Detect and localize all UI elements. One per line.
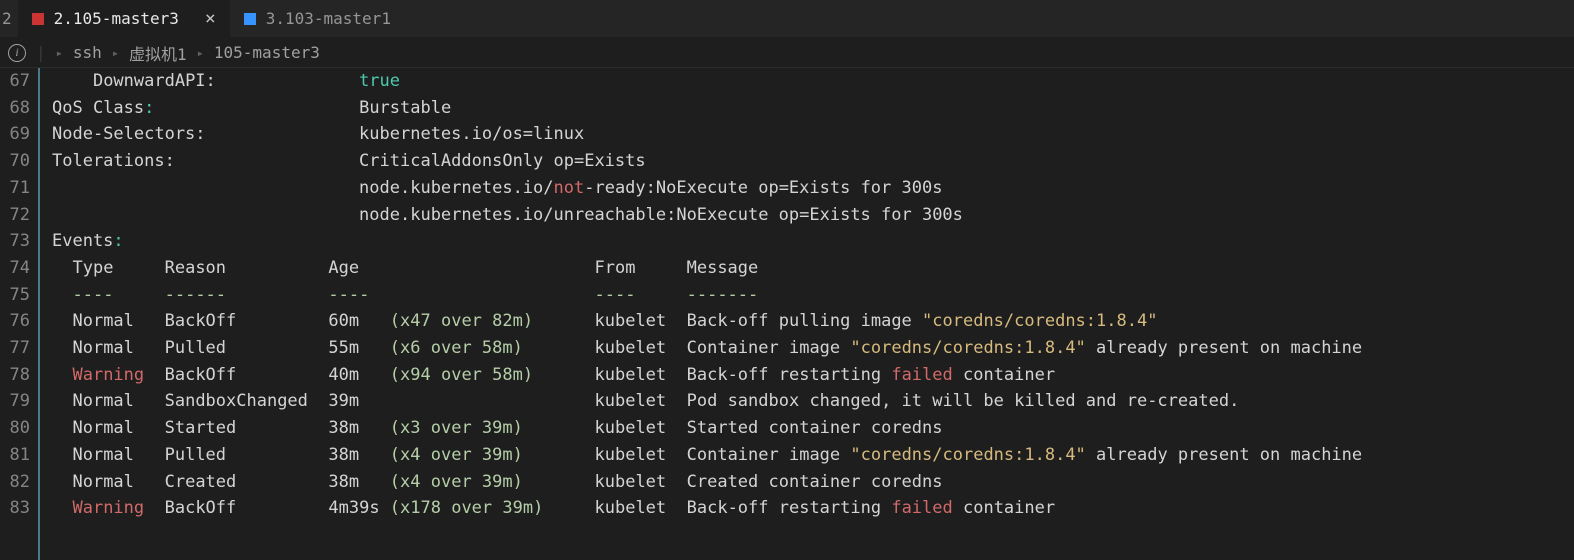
terminal-output[interactable]: DownwardAPI: true QoS Class: Burstable N…: [52, 68, 1362, 560]
line-number: 79: [0, 388, 30, 415]
tab-label: 2.105-master3: [54, 9, 179, 28]
line-number: 81: [0, 442, 30, 469]
line-number: 73: [0, 228, 30, 255]
tab-partial: 2: [0, 9, 18, 28]
line-number: 76: [0, 308, 30, 335]
line-gutter: 6768697071727374757677787980818283: [0, 68, 32, 560]
breadcrumb: i | ▸ ssh ▸ 虚拟机1 ▸ 105-master3: [0, 38, 1574, 68]
line-number: 68: [0, 95, 30, 122]
line-number: 67: [0, 68, 30, 95]
chevron-right-icon: ▸: [112, 46, 119, 60]
line-number: 78: [0, 362, 30, 389]
tab-active[interactable]: 2.105-master3 ×: [18, 0, 230, 38]
tab-dot-icon: [32, 13, 44, 25]
tab-dot-icon: [244, 13, 256, 25]
breadcrumb-item[interactable]: 虚拟机1: [129, 41, 187, 65]
line-number: 72: [0, 202, 30, 229]
breadcrumb-item[interactable]: ssh: [73, 43, 102, 62]
tab-bar: 2 2.105-master3 × 3.103-master1: [0, 0, 1574, 38]
line-number: 74: [0, 255, 30, 282]
divider: |: [36, 43, 46, 62]
chevron-right-icon: ▸: [56, 46, 63, 60]
line-number: 75: [0, 282, 30, 309]
line-number: 69: [0, 121, 30, 148]
line-number: 82: [0, 469, 30, 496]
chevron-right-icon: ▸: [197, 46, 204, 60]
line-number: 70: [0, 148, 30, 175]
tab-inactive[interactable]: 3.103-master1: [230, 0, 405, 38]
info-icon[interactable]: i: [8, 44, 26, 62]
line-number: 77: [0, 335, 30, 362]
gutter-border: [38, 68, 42, 560]
line-number: 83: [0, 495, 30, 522]
tab-label: 3.103-master1: [266, 9, 391, 28]
close-icon[interactable]: ×: [189, 8, 216, 29]
line-number: 71: [0, 175, 30, 202]
breadcrumb-item[interactable]: 105-master3: [214, 43, 320, 62]
line-number: 80: [0, 415, 30, 442]
editor: 6768697071727374757677787980818283 Downw…: [0, 68, 1574, 560]
